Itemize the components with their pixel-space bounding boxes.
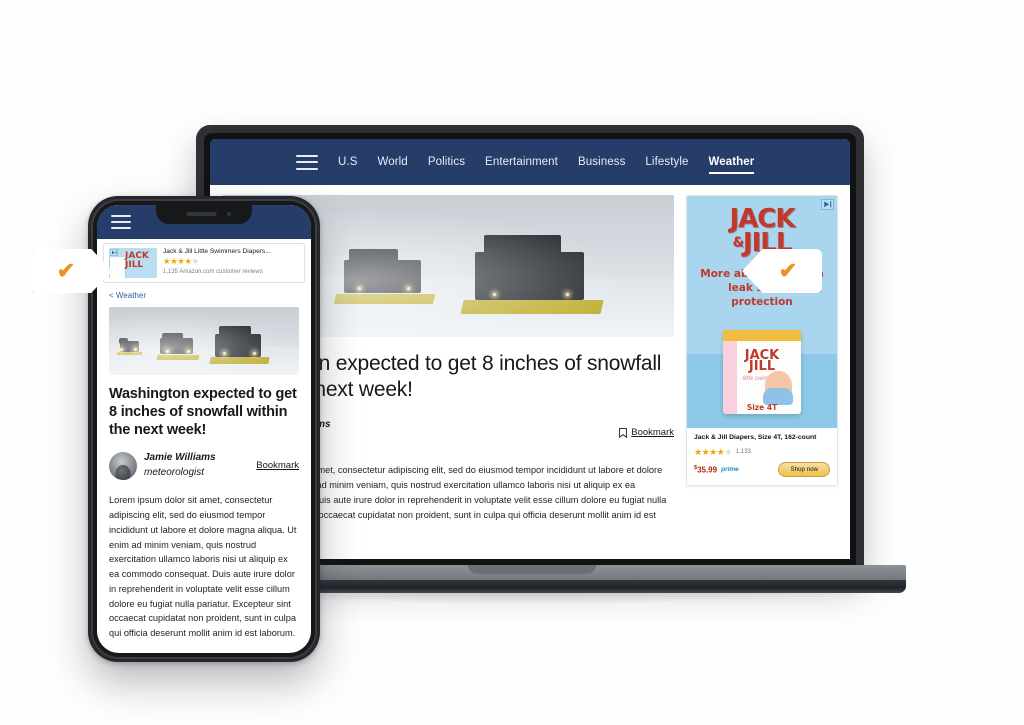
box-size-label: Size 4T xyxy=(746,403,778,412)
scene-root: U.S World Politics Entertainment Busines… xyxy=(0,0,1024,725)
box-label-jill: JILL xyxy=(748,359,776,374)
hamburger-menu-icon[interactable] xyxy=(111,215,131,229)
adchoices-icon[interactable] xyxy=(821,199,834,210)
box-baby-illustration xyxy=(763,371,793,405)
mobile-sponsored-ad[interactable]: JACK JILL Jack & Jill Little Swimmers Di… xyxy=(103,243,305,283)
bookmark-button[interactable]: Bookmark xyxy=(619,427,674,438)
ad-price: $35.99 xyxy=(694,465,717,475)
mobile-ad-reviews: 1,135 Amazon.com customer reviews xyxy=(163,269,263,275)
bookmark-label: Bookmark xyxy=(631,427,674,439)
prime-badge: prime xyxy=(721,465,739,473)
author-avatar xyxy=(109,451,137,480)
mobile-ad-text: Jack & Jill Little Swimmers Diapers... ★… xyxy=(163,248,299,275)
adchoices-icon[interactable] xyxy=(110,249,118,256)
rating-stars-icon: ★★★★★ xyxy=(163,256,199,266)
mobile-ad-box-thumb xyxy=(110,257,125,278)
phone-front-camera xyxy=(227,212,231,216)
shop-now-button[interactable]: Shop now xyxy=(778,461,830,477)
mobile-article-byline: Jamie Williams meteorologist Bookmark xyxy=(109,451,299,480)
mobile-ad-thumbnail: JACK JILL xyxy=(109,248,157,278)
ad-price-row: $35.99 prime Shop now xyxy=(694,461,830,477)
sponsored-ad-card[interactable]: JACK &JILL More absorbent with leak secu… xyxy=(686,195,838,486)
nav-item-weather[interactable]: Weather xyxy=(708,156,755,174)
phone-mockup: JACK JILL Jack & Jill Little Swimmers Di… xyxy=(88,196,320,662)
ad-product-info: Jack & Jill Diapers, Size 4T, 162-count … xyxy=(687,428,837,485)
phone-notch xyxy=(156,205,252,224)
bookmark-button[interactable]: Bookmark xyxy=(256,460,299,471)
ad-rating-row: ★★★★★ 1,133 xyxy=(694,447,830,458)
mobile-ad-logo-line-2: JILL xyxy=(125,260,144,270)
author-role: meteorologist xyxy=(144,466,205,478)
breadcrumb[interactable]: < Weather xyxy=(97,283,311,300)
nav-item-business[interactable]: Business xyxy=(578,156,625,168)
ad-brand-logo: JACK &JILL xyxy=(687,196,837,256)
ad-logo-ampersand: & xyxy=(732,235,744,251)
ad-review-count: 1,133 xyxy=(735,449,751,456)
nav-item-us[interactable]: U.S xyxy=(338,156,357,168)
mobile-article-hero-image xyxy=(109,307,299,375)
desktop-navbar: U.S World Politics Entertainment Busines… xyxy=(210,139,850,185)
orange-checkmark-icon: ✔ xyxy=(56,258,76,283)
ad-product-title[interactable]: Jack & Jill Diapers, Size 4T, 162-count xyxy=(694,434,830,443)
mobile-article-headline: Washington expected to get 8 inches of s… xyxy=(109,386,297,438)
phone-speaker xyxy=(186,212,217,216)
ad-creative: JACK &JILL More absorbent with leak secu… xyxy=(687,196,837,428)
mobile-ad-title[interactable]: Jack & Jill Little Swimmers Diapers... xyxy=(163,248,299,255)
ad-price-value: 35.99 xyxy=(697,465,718,475)
nav-item-entertainment[interactable]: Entertainment xyxy=(485,156,558,168)
mobile-article-body: Lorem ipsum dolor sit amet, consectetur … xyxy=(109,493,299,653)
laptop-base-notch xyxy=(468,565,596,574)
nav-item-lifestyle[interactable]: Lifestyle xyxy=(645,156,688,168)
mobile-paragraph-2: Excepteur sint occaecat cupidatat non pr… xyxy=(109,652,299,653)
mobile-ad-logo-line-1: JACK xyxy=(125,251,149,261)
bookmark-label: Bookmark xyxy=(256,460,299,472)
mobile-paragraph-1: Lorem ipsum dolor sit amet, consectetur … xyxy=(109,495,297,638)
nav-item-politics[interactable]: Politics xyxy=(428,156,465,168)
author-name: Jamie Williams xyxy=(144,452,216,464)
nav-item-world[interactable]: World xyxy=(377,156,407,168)
ad-product-box: JACK JILL little swimmers Size 4T xyxy=(723,330,801,414)
orange-checkmark-icon: ✔ xyxy=(778,258,798,283)
hamburger-menu-icon[interactable] xyxy=(296,154,318,170)
phone-screen: JACK JILL Jack & Jill Little Swimmers Di… xyxy=(97,205,311,653)
bookmark-icon xyxy=(619,427,628,438)
ad-product-scene: JACK JILL little swimmers Size 4T xyxy=(687,330,837,428)
rating-stars-icon: ★★★★★ xyxy=(694,446,732,457)
